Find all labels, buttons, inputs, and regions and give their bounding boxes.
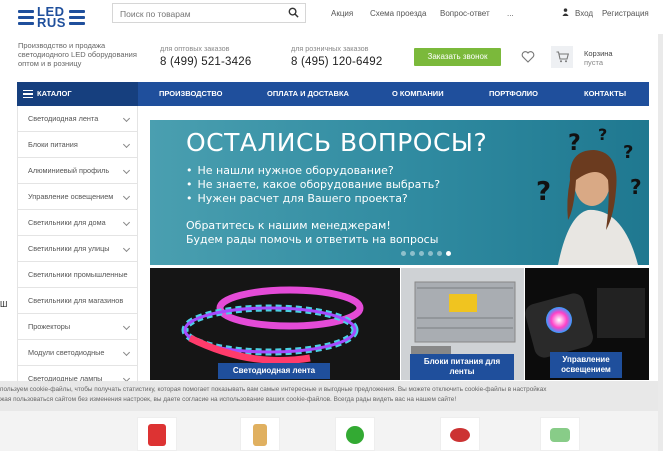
- banner-title: ОСТАЛИСЬ ВОПРОСЫ?: [186, 128, 488, 157]
- tile-caption: Светодиодная лента: [218, 363, 330, 379]
- user-icon: [562, 8, 569, 16]
- sidebar-item-floodlights[interactable]: Прожекторы: [17, 314, 138, 340]
- chevron-down-icon: [122, 322, 131, 331]
- cookie-notice: пользуем cookie-файлы, чтобы получать ст…: [0, 381, 663, 411]
- left-edge-char: Ш: [0, 300, 8, 309]
- product-thumb[interactable]: [540, 417, 580, 451]
- logo-bars-left: [18, 9, 34, 25]
- nav-about[interactable]: О КОМПАНИИ: [392, 82, 444, 106]
- chevron-down-icon: [122, 114, 131, 123]
- svg-text:?: ?: [623, 142, 633, 163]
- banner-bullet: Не нашли нужное оборудование?: [186, 164, 440, 178]
- product-thumb[interactable]: [335, 417, 375, 451]
- cart-button[interactable]: [551, 46, 573, 68]
- info-bar: Производство и продажа светодиодного LED…: [0, 34, 663, 80]
- banner-bullet: Не знаете, какое оборудование выбрать?: [186, 178, 441, 192]
- cart-icon: [556, 51, 569, 63]
- sidebar-item-street-lights[interactable]: Светильники для улицы: [17, 236, 138, 262]
- sidebar-item-home-lights[interactable]: Светильники для дома: [17, 210, 138, 236]
- slider-dot[interactable]: [437, 251, 442, 256]
- cookie-notice-line: пользуем cookie-файлы, чтобы получать ст…: [0, 386, 547, 393]
- logo-text: LED RUS: [37, 4, 66, 30]
- cart-label[interactable]: Корзина пуста: [584, 49, 613, 67]
- chevron-down-icon: [122, 192, 131, 201]
- slider-dots: [401, 251, 451, 256]
- banner-cta: Обратитесь к нашим менеджерам! Будем рад…: [186, 219, 439, 246]
- cart-status: пуста: [584, 58, 603, 67]
- phone-retail-label: для розничных заказов: [291, 44, 369, 53]
- slider-dot[interactable]: [428, 251, 433, 256]
- heart-icon[interactable]: [521, 50, 535, 64]
- banner-bullet: Нужен расчет для Вашего проекта?: [186, 192, 440, 206]
- chevron-down-icon: [122, 348, 131, 357]
- callback-button[interactable]: Заказать звонок: [414, 48, 501, 66]
- phone-retail: для розничных заказов 8 (495) 120-6492: [291, 44, 382, 68]
- tile-caption: Управление освещением: [550, 352, 622, 378]
- top-link-more[interactable]: ...: [507, 9, 514, 18]
- top-link-directions[interactable]: Схема проезда: [370, 9, 426, 18]
- chevron-down-icon: [122, 140, 131, 149]
- slider-dot[interactable]: [410, 251, 415, 256]
- chevron-down-icon: [122, 166, 131, 175]
- slider-dot[interactable]: [401, 251, 406, 256]
- menu-icon: [23, 88, 33, 101]
- chevron-down-icon: [122, 244, 131, 253]
- cookie-notice-line: жая пользоваться сайтом без изменения на…: [0, 396, 457, 403]
- svg-text:?: ?: [568, 131, 581, 156]
- sidebar-item-led-strip[interactable]: Светодиодная лента: [17, 106, 138, 132]
- phone-wholesale-number[interactable]: 8 (499) 521-3426: [160, 56, 251, 68]
- svg-text:?: ?: [598, 125, 607, 144]
- top-bar: LED RUS Акция Схема проезда Вопрос-ответ…: [0, 0, 663, 34]
- woman-photo: ? ? ? ? ?: [536, 125, 642, 265]
- nav-production[interactable]: ПРОИЗВОДСТВО: [159, 82, 222, 106]
- tile-power-supplies[interactable]: Блоки питания для ленты: [401, 268, 524, 380]
- slider-dot[interactable]: [446, 251, 451, 256]
- product-thumb[interactable]: [440, 417, 480, 451]
- nav-portfolio[interactable]: ПОРТФОЛИО: [489, 82, 538, 106]
- nav-payment-delivery[interactable]: ОПЛАТА И ДОСТАВКА: [267, 82, 349, 106]
- svg-text:?: ?: [536, 177, 551, 207]
- product-thumb[interactable]: [240, 417, 280, 451]
- register-link[interactable]: Регистрация: [602, 9, 649, 18]
- chevron-down-icon: [122, 218, 131, 227]
- phone-wholesale: для оптовых заказов 8 (499) 521-3426: [160, 44, 251, 68]
- sidebar-item-industrial-lights[interactable]: Светильники промышленные: [17, 262, 138, 288]
- logo-bars-right: [68, 9, 85, 25]
- tile-lighting-control[interactable]: Управление освещением: [525, 268, 649, 380]
- nav-contacts[interactable]: КОНТАКТЫ: [584, 82, 626, 106]
- tile-led-strip[interactable]: Светодиодная лента: [150, 268, 400, 380]
- product-thumb[interactable]: [137, 417, 177, 451]
- top-link-promo[interactable]: Акция: [331, 9, 353, 18]
- catalog-sidebar: Светодиодная лента Блоки питания Алюмини…: [17, 106, 138, 392]
- sidebar-item-shop-lights[interactable]: Светильники для магазинов: [17, 288, 138, 314]
- banner-bullets: Не нашли нужное оборудование? Не знаете,…: [186, 164, 441, 206]
- hero-banner[interactable]: ОСТАЛИСЬ ВОПРОСЫ? Не нашли нужное оборуд…: [150, 120, 649, 265]
- search-icon[interactable]: [288, 7, 299, 18]
- search-box: [112, 3, 306, 23]
- logo[interactable]: LED RUS: [18, 2, 93, 32]
- sidebar-item-lighting-control[interactable]: Управление освещением: [17, 184, 138, 210]
- phone-retail-number[interactable]: 8 (495) 120-6492: [291, 56, 382, 68]
- sidebar-item-power-supplies[interactable]: Блоки питания: [17, 132, 138, 158]
- top-link-faq[interactable]: Вопрос-ответ: [440, 9, 490, 18]
- scrollbar[interactable]: [658, 34, 663, 451]
- phone-wholesale-label: для оптовых заказов: [160, 44, 230, 53]
- tile-caption: Блоки питания для ленты: [410, 354, 514, 380]
- main-nav: КАТАЛОГ ПРОИЗВОДСТВО ОПЛАТА И ДОСТАВКА О…: [17, 82, 649, 106]
- catalog-button[interactable]: КАТАЛОГ: [17, 82, 138, 106]
- tagline: Производство и продажа светодиодного LED…: [18, 41, 137, 68]
- login-link[interactable]: Вход: [575, 9, 593, 18]
- slider-dot[interactable]: [419, 251, 424, 256]
- svg-text:?: ?: [630, 175, 642, 199]
- search-input[interactable]: [113, 5, 283, 23]
- sidebar-item-aluminum-profile[interactable]: Алюминиевый профиль: [17, 158, 138, 184]
- sidebar-item-led-modules[interactable]: Модули светодиодные: [17, 340, 138, 366]
